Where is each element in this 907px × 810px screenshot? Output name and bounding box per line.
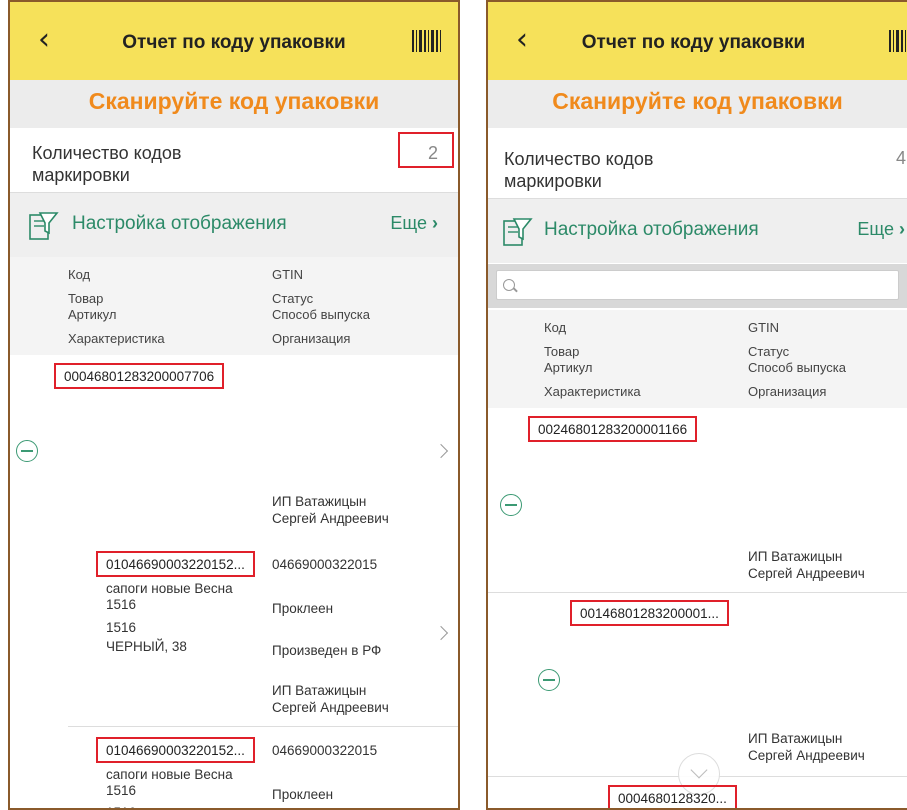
chevron-right-icon[interactable] [433,443,449,459]
column-header: Код [68,267,91,282]
package-org-line1: ИП Ватажицын [748,549,843,564]
item-status: Проклеен [272,787,334,802]
item-gtin: 04669000322015 [272,743,378,758]
column-header: GTIN [272,267,304,282]
more-button[interactable]: Еще › [857,219,905,240]
count-label-line2: маркировки [32,165,130,185]
chevron-right-icon[interactable] [433,625,449,641]
minus-circle-icon[interactable] [500,494,522,516]
item-status: Проклеен [272,601,334,616]
display-settings-row[interactable]: Настройка отображения Еще › [488,199,907,263]
chevron-right-icon: › [432,213,438,233]
count-label-line1: Количество кодов [504,149,654,169]
top-bar: ‹ Отчет по коду упаковки [10,2,458,80]
column-headers: Код Товар Артикул Характеристика GTIN Ст… [488,310,907,408]
column-header: Организация [748,384,827,399]
display-settings-icon [29,212,59,240]
item-org-line1: ИП Ватажицын [272,683,367,698]
column-header: Артикул [544,360,593,375]
display-settings-label: Настройка отображения [544,219,759,240]
divider [488,592,907,593]
minus-circle-icon[interactable] [16,440,38,462]
more-label: Еще [390,213,427,233]
column-header: Статус [748,344,790,359]
top-bar: ‹ Отчет по коду упаковки [488,2,907,80]
screen-left: ‹ Отчет по коду упаковки Сканируйте код … [8,0,460,810]
display-settings-label: Настройка отображения [72,213,287,234]
item-product: сапоги новые Весна [106,581,233,596]
item-article: 1516 [106,804,136,808]
count-value: 4 [896,148,907,168]
column-header: Способ выпуска [272,307,370,322]
sub-org-line1: ИП Ватажицын [748,731,843,746]
search-input[interactable] [497,271,898,299]
item-code[interactable]: 01046690003220152... [96,737,255,763]
package-org-line1: ИП Ватажицын [272,494,367,509]
count-label-line2: маркировки [504,171,602,191]
item-product-code: 1516 [106,597,137,612]
bottom-code[interactable]: 0004680128320... [608,785,737,808]
item-characteristic: ЧЕРНЫЙ, 38 [106,639,187,654]
chevron-right-icon: › [899,219,905,239]
page-title: Отчет по коду упаковки [581,32,806,53]
count-label: Количество кодов маркировки [32,142,181,186]
item-article: 1516 [106,620,137,635]
page-title: Отчет по коду упаковки [122,32,346,53]
package-code[interactable]: 00246801283200001166 [528,416,698,442]
scan-prompt: Сканируйте код упаковки [10,80,458,128]
column-header: Товар [544,344,580,359]
minus-circle-icon[interactable] [538,669,560,691]
column-header: Артикул [68,307,117,322]
item-product: сапоги новые Весна [106,767,233,782]
column-header: Товар [68,291,104,306]
more-button[interactable]: Еще › [390,213,438,234]
search-field[interactable] [496,270,899,300]
count-highlight [398,132,454,168]
column-header: Характеристика [68,331,165,346]
more-label: Еще [857,219,894,239]
column-header: Организация [272,331,351,346]
column-header: Способ выпуска [748,360,846,375]
item-code[interactable]: 01046690003220152... [96,551,255,577]
search-bar [488,264,907,308]
package-org-line2: Сергей Андреевич [748,566,865,581]
scan-prompt: Сканируйте код упаковки [488,80,907,128]
display-settings-icon [503,218,533,246]
display-settings-row[interactable]: Настройка отображения Еще › [10,193,458,257]
package-code[interactable]: 00046801283200007706 [54,363,225,389]
item-product-code: 1516 [106,783,137,798]
item-org-line2: Сергей Андреевич [272,700,389,715]
column-headers: Код Товар Артикул Характеристика GTIN Ст… [10,257,458,355]
item-emission: Произведен в РФ [272,643,382,658]
package-org-line2: Сергей Андреевич [272,511,389,526]
count-label-line1: Количество кодов [32,143,182,163]
column-header: GTIN [748,320,780,335]
column-header: Код [544,320,567,335]
column-header: Характеристика [544,384,641,399]
count-label: Количество кодов маркировки [504,148,653,192]
divider [68,726,458,727]
barcode-icon[interactable] [412,30,442,52]
barcode-icon[interactable] [889,30,907,52]
item-gtin: 04669000322015 [272,557,378,572]
search-icon [503,279,515,291]
canvas: ‹ Отчет по коду упаковки Сканируйте код … [0,0,907,810]
sub-org-line2: Сергей Андреевич [748,748,865,763]
column-header: Статус [272,291,314,306]
sub-package-code[interactable]: 00146801283200001... [570,600,729,626]
screen-right: ‹ Отчет по коду упаковки Сканируйте код … [486,0,907,810]
